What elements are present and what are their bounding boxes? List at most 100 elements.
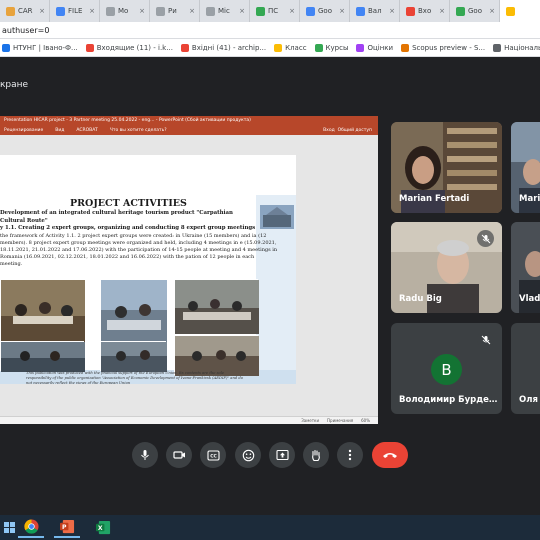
bookmark-favicon-icon bbox=[2, 43, 10, 52]
raise-hand-button[interactable] bbox=[303, 442, 329, 468]
chrome-icon bbox=[23, 519, 39, 534]
meeting-photo-4 bbox=[0, 341, 85, 372]
tab-label: CAR bbox=[18, 7, 33, 15]
slide-subtitle-line1: Development of an integrated cultural he… bbox=[0, 210, 233, 224]
mic-button[interactable] bbox=[132, 442, 158, 468]
tab-favicon-icon bbox=[506, 6, 515, 16]
participant-name-2: Mari bbox=[519, 194, 540, 204]
tab-label: Ри bbox=[168, 7, 177, 15]
bookmark-item[interactable]: Оцінки bbox=[356, 43, 394, 52]
participant-tile-2[interactable]: Mari bbox=[511, 122, 540, 213]
participant-tile-3[interactable]: Radu Big bbox=[391, 222, 502, 313]
mic-off-icon bbox=[481, 335, 490, 344]
browser-tab[interactable]: Вхо × bbox=[400, 0, 450, 22]
browser-tab[interactable]: FILE × bbox=[50, 0, 100, 22]
participant-tile-5[interactable]: В Володимир Бурде… bbox=[391, 323, 502, 414]
slide-eu-disclaimer: This publication was produced with the f… bbox=[26, 371, 243, 384]
bookmark-item[interactable]: Класс bbox=[274, 43, 307, 52]
bookmark-favicon-icon bbox=[314, 43, 323, 52]
bookmark-item[interactable]: Національне аг bbox=[493, 43, 540, 52]
participant-avatar-5: В bbox=[431, 354, 462, 385]
tab-favicon-icon bbox=[206, 6, 215, 16]
close-tab-icon[interactable]: × bbox=[139, 7, 145, 15]
browser-tab[interactable]: CAR × bbox=[0, 0, 50, 22]
tab-label: Mo bbox=[118, 7, 129, 15]
bookmark-label: Scopus preview - S... bbox=[412, 43, 486, 52]
ppt-status-bar: Заметки Примечания 60% bbox=[0, 416, 378, 424]
close-tab-icon[interactable]: × bbox=[39, 7, 45, 15]
camera-icon bbox=[172, 451, 185, 459]
close-tab-icon[interactable]: × bbox=[239, 7, 245, 15]
close-tab-icon[interactable]: × bbox=[489, 7, 495, 15]
present-icon bbox=[275, 449, 289, 461]
bookmarks-bar: НТУНГ | Івано-Ф... Входящие (11) - i.k...… bbox=[0, 39, 540, 57]
tab-label: FILE bbox=[68, 7, 83, 15]
slide-subtitle: Development of an integrated cultural he… bbox=[0, 210, 258, 233]
meeting-photo-6 bbox=[174, 335, 259, 376]
close-tab-icon[interactable]: × bbox=[389, 7, 395, 15]
browser-tab[interactable]: ПС × bbox=[250, 0, 300, 22]
ppt-ribbon: Рецензирование Вид ACROBAT Что вы хотите… bbox=[0, 126, 378, 135]
partner-logo-image bbox=[260, 205, 294, 229]
mic-off-icon bbox=[481, 234, 490, 243]
status-zoom: 60% bbox=[361, 418, 370, 423]
bookmark-favicon-icon bbox=[493, 43, 502, 52]
close-tab-icon[interactable]: × bbox=[289, 7, 295, 15]
bookmark-item[interactable]: Scopus preview - S... bbox=[401, 43, 486, 52]
taskbar-powerpoint[interactable]: P bbox=[54, 517, 80, 538]
tab-label: Вал bbox=[368, 7, 382, 15]
more-options-button[interactable] bbox=[337, 442, 363, 468]
svg-text:X: X bbox=[97, 525, 102, 532]
bookmark-item[interactable]: Входящие (11) - i.k... bbox=[85, 43, 173, 52]
close-tab-icon[interactable]: × bbox=[89, 7, 95, 15]
tab-favicon-icon bbox=[306, 6, 315, 16]
participant-tile-6[interactable]: Оля bbox=[511, 323, 540, 414]
browser-tab[interactable]: Goo × bbox=[450, 0, 500, 22]
browser-tab[interactable]: × bbox=[500, 0, 540, 22]
muted-indicator-5 bbox=[477, 331, 494, 348]
close-tab-icon[interactable]: × bbox=[189, 7, 195, 15]
muted-indicator-3 bbox=[477, 230, 494, 247]
bookmark-label: Курсы bbox=[325, 43, 349, 52]
participant-name-4: Vlad bbox=[519, 294, 540, 304]
bookmark-item[interactable]: Курсы bbox=[314, 43, 349, 52]
bookmark-label: Оцінки bbox=[367, 43, 394, 52]
bookmark-favicon-icon bbox=[356, 43, 365, 52]
tab-favicon-icon bbox=[406, 6, 415, 16]
participant-tile-1[interactable]: Marian Fertadi bbox=[391, 122, 502, 213]
browser-tab[interactable]: Ри × bbox=[150, 0, 200, 22]
browser-tab[interactable]: Вал × bbox=[350, 0, 400, 22]
participant-name-1: Marian Fertadi bbox=[399, 194, 470, 204]
camera-button[interactable] bbox=[166, 442, 192, 468]
bookmark-item[interactable]: НТУНГ | Івано-Ф... bbox=[2, 43, 78, 52]
ppt-title-bar: Presentation HICAR project - 3 Partner m… bbox=[0, 116, 378, 126]
browser-tab[interactable]: Goo × bbox=[300, 0, 350, 22]
meeting-photo-5 bbox=[100, 341, 167, 372]
close-tab-icon[interactable]: × bbox=[339, 7, 345, 15]
mic-icon bbox=[141, 450, 149, 460]
status-notes: Заметки bbox=[301, 418, 320, 423]
meeting-photo-2 bbox=[100, 279, 167, 342]
close-tab-icon[interactable]: × bbox=[439, 7, 445, 15]
tab-label: Вхо bbox=[418, 7, 432, 15]
present-button[interactable] bbox=[269, 442, 295, 468]
browser-tab[interactable]: Mo × bbox=[100, 0, 150, 22]
participant-tile-4[interactable]: Vlad bbox=[511, 222, 540, 313]
bookmark-favicon-icon bbox=[85, 43, 94, 52]
emoji-button[interactable] bbox=[235, 442, 261, 468]
address-bar[interactable]: authuser=0 bbox=[0, 22, 540, 39]
browser-tab[interactable]: Mic × bbox=[200, 0, 250, 22]
taskbar-chrome[interactable] bbox=[18, 517, 44, 538]
ribbon-tab-review: Рецензирование bbox=[4, 128, 44, 133]
svg-text:P: P bbox=[61, 524, 66, 531]
windows-logo-icon bbox=[3, 522, 15, 533]
presenting-label: кране bbox=[0, 80, 29, 90]
start-button[interactable] bbox=[2, 517, 16, 538]
captions-button[interactable]: CC bbox=[200, 442, 226, 468]
taskbar-excel[interactable]: X bbox=[90, 517, 116, 538]
bookmark-favicon-icon bbox=[274, 43, 283, 52]
bookmark-item[interactable]: Вхідні (41) - archip... bbox=[180, 43, 266, 52]
ribbon-tab-view: Вид bbox=[55, 128, 65, 133]
tab-label: Goo bbox=[318, 7, 332, 15]
end-call-button[interactable] bbox=[372, 442, 408, 468]
